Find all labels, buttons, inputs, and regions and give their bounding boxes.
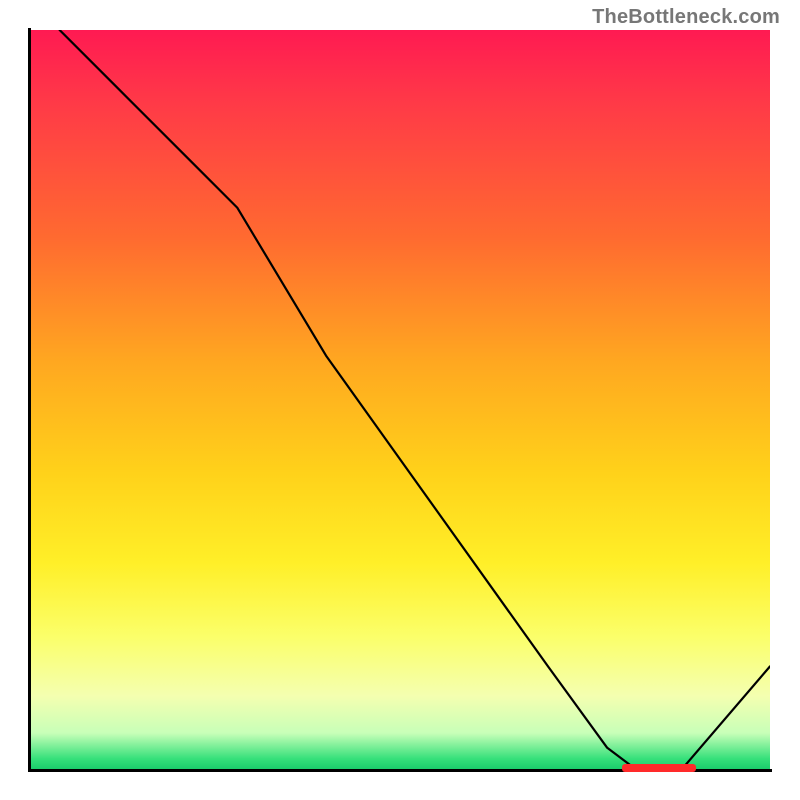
- chart-background-gradient: [30, 30, 770, 770]
- chart-plot-area: [30, 30, 770, 770]
- chart-highlight-marker: [622, 764, 696, 772]
- watermark-text: TheBottleneck.com: [592, 6, 780, 29]
